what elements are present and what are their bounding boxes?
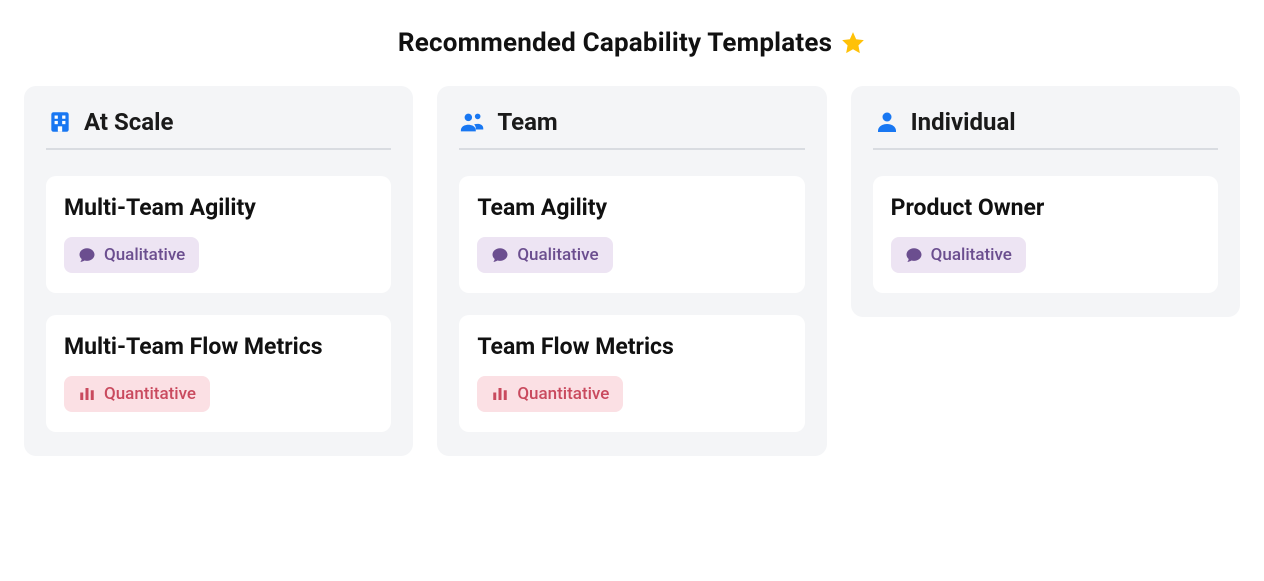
speech-icon: [905, 246, 923, 264]
column-team: Team Team Agility Qualitative Team Flow …: [437, 86, 826, 456]
badge-qualitative: Qualitative: [477, 237, 612, 273]
badge-label: Qualitative: [104, 245, 185, 265]
building-icon: [46, 108, 74, 136]
template-card-title: Multi-Team Agility: [64, 194, 373, 223]
template-card-title: Multi-Team Flow Metrics: [64, 333, 373, 362]
speech-icon: [78, 246, 96, 264]
badge-label: Qualitative: [517, 245, 598, 265]
column-title: At Scale: [84, 108, 173, 136]
badge-qualitative: Qualitative: [891, 237, 1026, 273]
template-card-title: Team Agility: [477, 194, 786, 223]
template-card[interactable]: Multi-Team Agility Qualitative: [46, 176, 391, 293]
page-title: Recommended Capability Templates: [24, 28, 1240, 58]
bars-icon: [491, 385, 509, 403]
badge-label: Quantitative: [104, 384, 196, 404]
column-header: Individual: [873, 108, 1218, 150]
bars-icon: [78, 385, 96, 403]
speech-icon: [491, 246, 509, 264]
template-card[interactable]: Multi-Team Flow Metrics Quantitative: [46, 315, 391, 432]
column-at-scale: At Scale Multi-Team Agility Qualitative …: [24, 86, 413, 456]
badge-label: Quantitative: [517, 384, 609, 404]
column-header: Team: [459, 108, 804, 150]
columns-container: At Scale Multi-Team Agility Qualitative …: [24, 86, 1240, 456]
user-icon: [873, 108, 901, 136]
page-title-text: Recommended Capability Templates: [398, 28, 832, 58]
users-icon: [459, 108, 487, 136]
column-individual: Individual Product Owner Qualitative: [851, 86, 1240, 317]
badge-qualitative: Qualitative: [64, 237, 199, 273]
badge-label: Qualitative: [931, 245, 1012, 265]
template-card-title: Team Flow Metrics: [477, 333, 786, 362]
badge-quantitative: Quantitative: [64, 376, 210, 412]
star-icon: [840, 30, 866, 56]
template-card[interactable]: Team Flow Metrics Quantitative: [459, 315, 804, 432]
template-card[interactable]: Product Owner Qualitative: [873, 176, 1218, 293]
badge-quantitative: Quantitative: [477, 376, 623, 412]
template-card[interactable]: Team Agility Qualitative: [459, 176, 804, 293]
column-title: Individual: [911, 108, 1016, 136]
column-header: At Scale: [46, 108, 391, 150]
column-title: Team: [497, 108, 557, 136]
template-card-title: Product Owner: [891, 194, 1200, 223]
